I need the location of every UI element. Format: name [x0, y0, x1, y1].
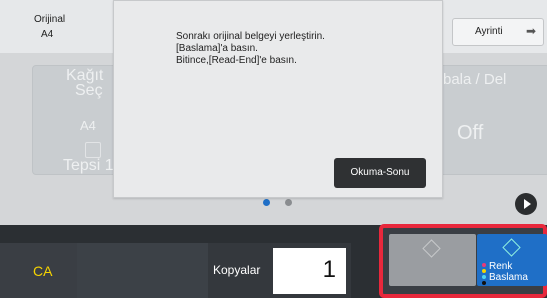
color-start-button[interactable]: Renk Baslama — [477, 234, 547, 286]
copies-label: Kopyalar — [213, 263, 261, 277]
read-end-button[interactable]: Okuma-Sonu — [334, 158, 426, 188]
play-icon — [524, 199, 531, 209]
detail-button-label: Ayrinti — [475, 26, 503, 37]
dialog-message-line1: Sonrakı orijinal belgeyi yerleştirin. — [176, 31, 325, 42]
bottom-spacer — [77, 243, 208, 298]
start-diamond-icon — [502, 238, 521, 257]
copies-control: Kopyalar 1 — [208, 243, 351, 298]
color-start-label-line2: Baslama — [489, 272, 528, 283]
dialog-message-line3: Bitince,[Read-End]'e basın. — [176, 55, 297, 66]
detail-button[interactable]: Ayrinti ➡ — [452, 18, 544, 46]
copies-value: 1 — [322, 256, 336, 283]
page-dot-active — [263, 199, 270, 206]
next-page-button[interactable] — [515, 193, 537, 215]
bw-start-button[interactable] — [389, 234, 476, 286]
copies-input[interactable]: 1 — [273, 248, 346, 294]
original-size: A4 — [41, 29, 54, 40]
duplex-label: bala / Del — [443, 71, 507, 88]
page-dot — [285, 199, 292, 206]
tray-icon — [85, 142, 101, 158]
duplex-value: Off — [457, 122, 484, 144]
original-label: Orijinal — [34, 14, 66, 25]
paper-size-value: A4 — [80, 118, 96, 133]
clear-all-label: CA — [33, 263, 53, 279]
cyan-dot-icon — [482, 275, 486, 279]
clear-all-button[interactable]: CA — [0, 243, 77, 298]
magenta-dot-icon — [482, 263, 486, 267]
black-dot-icon — [482, 281, 486, 285]
start-buttons-highlight: Renk Baslama — [379, 224, 547, 298]
dialog-message-line2: [Baslama]'a basın. — [176, 43, 258, 54]
arrow-right-icon: ➡ — [526, 24, 537, 38]
copy-screen: Orijinal A4 Ayrinti ➡ Kağıt Seç A4 Tepsi… — [0, 0, 547, 298]
paper-select-label-line2: Seç — [75, 82, 103, 99]
tray-label: Tepsi 1 — [63, 157, 114, 174]
read-end-button-label: Okuma-Sonu — [350, 167, 410, 178]
yellow-dot-icon — [482, 269, 486, 273]
start-diamond-icon — [422, 239, 441, 258]
color-start-label-line1: Renk — [489, 261, 513, 272]
scan-next-dialog: Sonrakı orijinal belgeyi yerleştirin. [B… — [113, 0, 443, 198]
